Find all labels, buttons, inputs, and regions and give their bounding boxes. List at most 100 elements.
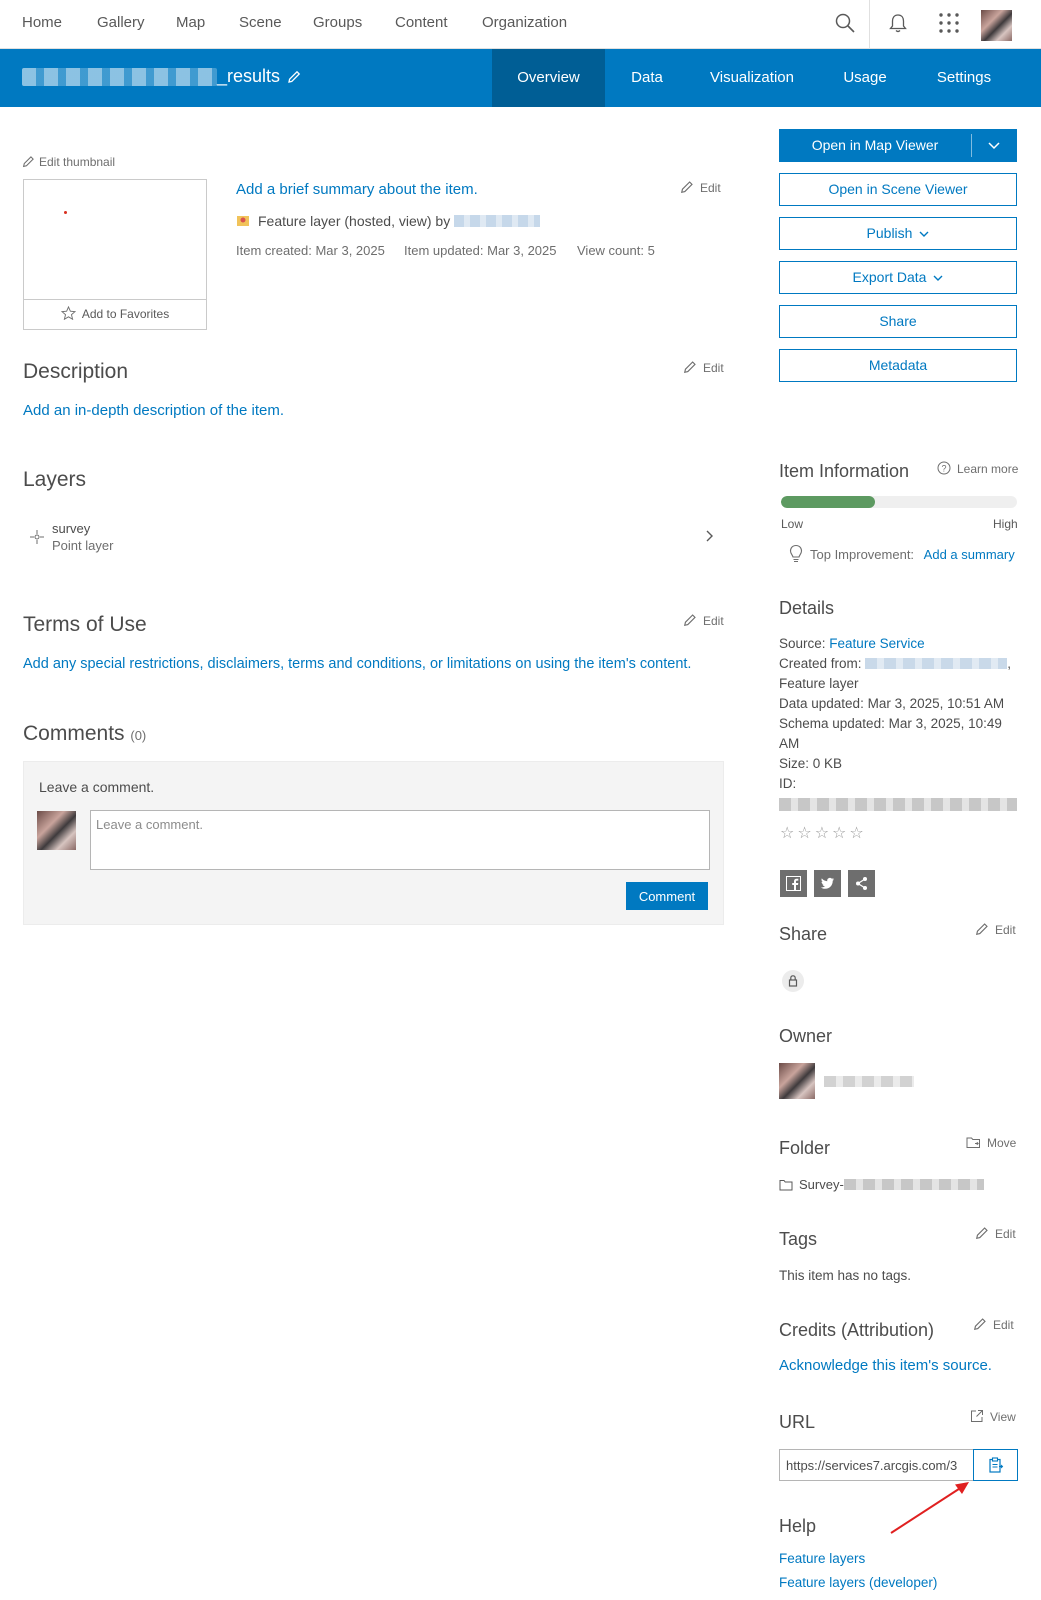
folder-name-redacted bbox=[843, 1179, 984, 1190]
share-heading: Share bbox=[779, 924, 828, 944]
lightbulb-icon bbox=[789, 544, 803, 562]
view-label: View bbox=[990, 1410, 1016, 1424]
owner-name-redacted[interactable] bbox=[824, 1076, 914, 1087]
nav-groups[interactable]: Groups bbox=[313, 14, 362, 31]
nav-content[interactable]: Content bbox=[395, 14, 448, 31]
comment-input[interactable] bbox=[90, 810, 710, 870]
top-improvement: Top Improvement: Add a summary bbox=[788, 544, 1015, 564]
export-data-button[interactable]: Export Data bbox=[779, 261, 1017, 294]
star-icon bbox=[60, 305, 76, 321]
open-in-map-viewer-button[interactable]: Open in Map Viewer bbox=[779, 129, 1017, 162]
layer-name: survey bbox=[52, 521, 91, 536]
twitter-icon bbox=[820, 877, 834, 889]
edit-summary-button[interactable]: Edit bbox=[680, 180, 721, 195]
help-link-feature-layers-developer[interactable]: Feature layers (developer) bbox=[779, 1575, 937, 1590]
add-terms-link[interactable]: Add any special restrictions, disclaimer… bbox=[23, 656, 691, 672]
tab-data[interactable]: Data bbox=[605, 49, 689, 107]
pencil-icon bbox=[975, 1227, 988, 1240]
nav-gallery[interactable]: Gallery bbox=[97, 14, 145, 31]
nav-home[interactable]: Home bbox=[22, 14, 62, 31]
schema-updated-cont: AM bbox=[779, 736, 800, 751]
owner-heading: Owner bbox=[779, 1026, 833, 1046]
learn-more-label: Learn more bbox=[957, 462, 1019, 476]
view-count: View count: 5 bbox=[577, 243, 655, 258]
item-id-label: ID: bbox=[779, 776, 797, 791]
schema-updated: Schema updated: Mar 3, 2025, 10:49 bbox=[779, 716, 1002, 731]
chevron-right-icon[interactable] bbox=[704, 530, 714, 542]
owner-link-redacted[interactable] bbox=[454, 215, 541, 227]
chevron-down-icon bbox=[919, 231, 929, 237]
move-folder-button[interactable]: Move bbox=[966, 1136, 1016, 1150]
edit-share-button[interactable]: Edit bbox=[975, 922, 1016, 937]
chevron-down-icon[interactable] bbox=[971, 129, 1017, 162]
edit-credits-button[interactable]: Edit bbox=[973, 1317, 1014, 1332]
owner-avatar[interactable] bbox=[779, 1063, 815, 1099]
details-created-from: Created from: , bbox=[779, 654, 1011, 674]
item-score-bar bbox=[781, 496, 1017, 508]
acknowledge-source-link[interactable]: Acknowledge this item's source. bbox=[779, 1357, 992, 1374]
edit-label: Edit bbox=[700, 181, 721, 195]
metadata-button[interactable]: Metadata bbox=[779, 349, 1017, 382]
item-created: Item created: Mar 3, 2025 bbox=[236, 243, 385, 258]
details-source: Source: Feature Service bbox=[779, 634, 925, 654]
edit-terms-button[interactable]: Edit bbox=[683, 613, 724, 628]
nav-map[interactable]: Map bbox=[176, 14, 205, 31]
folder-move-icon bbox=[966, 1137, 980, 1148]
tags-empty-text: This item has no tags. bbox=[779, 1268, 912, 1283]
copy-clipboard-icon bbox=[989, 1457, 1004, 1473]
help-circle-icon: ? bbox=[937, 461, 951, 475]
nav-organization[interactable]: Organization bbox=[482, 14, 567, 31]
user-avatar[interactable] bbox=[981, 10, 1012, 41]
edit-thumbnail-label: Edit thumbnail bbox=[39, 155, 116, 169]
share-facebook-button[interactable] bbox=[780, 870, 807, 897]
comment-prompt: Leave a comment. bbox=[39, 779, 155, 795]
comment-panel: Leave a comment. Comment bbox=[23, 761, 724, 925]
comments-heading-label: Comments bbox=[23, 722, 125, 745]
url-input[interactable] bbox=[780, 1450, 973, 1480]
tab-overview[interactable]: Overview bbox=[492, 49, 605, 107]
created-from-label: Created from: bbox=[779, 656, 862, 671]
search-icon[interactable] bbox=[834, 12, 856, 34]
edit-label: Edit bbox=[995, 1227, 1016, 1241]
tab-visualization[interactable]: Visualization bbox=[689, 49, 815, 107]
share-link-button[interactable] bbox=[848, 870, 875, 897]
created-from-link-redacted[interactable] bbox=[865, 658, 1008, 669]
edit-description-button[interactable]: Edit bbox=[683, 360, 724, 375]
app-launcher-icon[interactable] bbox=[938, 12, 960, 34]
edit-thumbnail-link[interactable]: Edit thumbnail bbox=[22, 155, 115, 169]
add-to-favorites-label: Add to Favorites bbox=[81, 307, 170, 321]
export-data-label: Export Data bbox=[852, 269, 927, 285]
copy-url-button[interactable] bbox=[973, 1449, 1018, 1481]
view-url-link[interactable]: View bbox=[970, 1409, 1016, 1424]
item-thumbnail: Add to Favorites bbox=[23, 179, 207, 330]
publish-button[interactable]: Publish bbox=[779, 217, 1017, 250]
rating-stars[interactable]: ☆☆☆☆☆ bbox=[780, 823, 867, 843]
nav-scene[interactable]: Scene bbox=[239, 14, 282, 31]
edit-title-pencil-icon[interactable] bbox=[286, 69, 302, 85]
edit-label: Edit bbox=[993, 1318, 1014, 1332]
source-link[interactable]: Feature Service bbox=[829, 636, 924, 651]
share-button[interactable]: Share bbox=[779, 305, 1017, 338]
tab-settings[interactable]: Settings bbox=[915, 49, 1013, 107]
item-title: _results bbox=[217, 66, 281, 86]
add-to-favorites-button[interactable]: Add to Favorites bbox=[24, 299, 206, 329]
item-size: Size: 0 KB bbox=[779, 756, 843, 771]
comment-submit-button[interactable]: Comment bbox=[626, 882, 708, 910]
help-heading: Help bbox=[779, 1516, 817, 1536]
learn-more-link[interactable]: ? Learn more bbox=[937, 461, 1018, 476]
description-heading: Description bbox=[23, 360, 129, 383]
data-updated: Data updated: Mar 3, 2025, 10:51 AM bbox=[779, 696, 1005, 711]
edit-label: Edit bbox=[995, 923, 1016, 937]
add-summary-link[interactable]: Add a brief summary about the item. bbox=[236, 181, 478, 198]
open-in-scene-viewer-button[interactable]: Open in Scene Viewer bbox=[779, 173, 1017, 206]
share-twitter-button[interactable] bbox=[814, 870, 841, 897]
tags-heading: Tags bbox=[779, 1229, 818, 1249]
add-description-link[interactable]: Add an in-depth description of the item. bbox=[23, 402, 284, 419]
item-id-value bbox=[779, 796, 1017, 816]
tab-usage[interactable]: Usage bbox=[815, 49, 915, 107]
edit-tags-button[interactable]: Edit bbox=[975, 1226, 1016, 1241]
notifications-bell-icon[interactable] bbox=[887, 12, 909, 34]
add-a-summary-link[interactable]: Add a summary bbox=[924, 547, 1015, 562]
top-improvement-label: Top Improvement: bbox=[810, 547, 915, 562]
help-link-feature-layers[interactable]: Feature layers bbox=[779, 1551, 865, 1566]
